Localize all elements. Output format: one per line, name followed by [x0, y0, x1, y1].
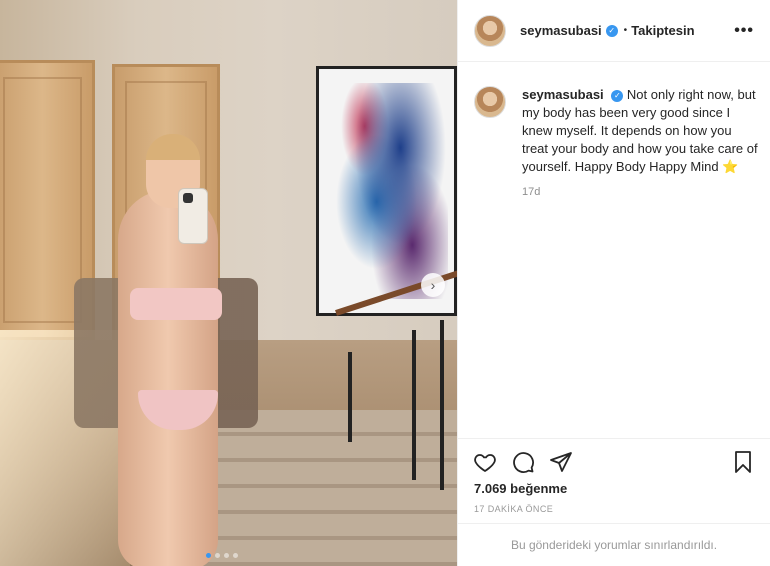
heart-icon[interactable]	[472, 449, 498, 475]
post: › seymasubasi ✓ • Takiptesin ••• seymasu…	[0, 0, 770, 566]
photo-railing-post	[348, 352, 352, 442]
avatar[interactable]	[474, 14, 506, 47]
post-header: seymasubasi ✓ • Takiptesin •••	[458, 0, 770, 62]
action-bar	[458, 438, 770, 484]
verified-icon: ✓	[605, 24, 618, 37]
comments-limited-notice: Bu gönderideki yorumlar sınırlandırıldı.	[458, 523, 770, 566]
caption-age: 17d	[522, 186, 541, 198]
chevron-right-icon: ›	[430, 277, 436, 293]
post-timestamp: 17 DAKİKA ÖNCE	[474, 504, 554, 514]
separator-dot: •	[623, 25, 628, 36]
caption: seymasubasi ✓ Not only right now, but my…	[458, 62, 770, 198]
share-icon[interactable]	[548, 449, 574, 475]
username-link[interactable]: seymasubasi	[522, 87, 604, 102]
like-count[interactable]: 7.069 beğenme	[474, 481, 567, 496]
post-photo[interactable]: ›	[0, 0, 457, 566]
username-link[interactable]: seymasubasi	[520, 23, 602, 38]
more-options-icon[interactable]: •••	[734, 22, 754, 40]
carousel-indicator	[206, 553, 238, 558]
photo-railing-post	[412, 330, 416, 480]
carousel-dot	[206, 553, 211, 558]
carousel-dot	[224, 553, 229, 558]
avatar[interactable]	[474, 86, 506, 118]
carousel-next-button[interactable]: ›	[421, 273, 445, 297]
post-sidebar: seymasubasi ✓ • Takiptesin ••• seymasuba…	[457, 0, 770, 566]
following-button[interactable]: Takiptesin	[631, 23, 694, 38]
verified-icon: ✓	[611, 89, 624, 102]
photo-person	[74, 128, 258, 566]
comment-icon[interactable]	[510, 449, 536, 475]
photo-railing-post	[440, 320, 444, 490]
caption-text: seymasubasi ✓ Not only right now, but my…	[522, 86, 758, 176]
carousel-dot	[215, 553, 220, 558]
bookmark-icon[interactable]	[730, 449, 756, 475]
star-emoji: ⭐	[722, 159, 739, 174]
carousel-dot	[233, 553, 238, 558]
